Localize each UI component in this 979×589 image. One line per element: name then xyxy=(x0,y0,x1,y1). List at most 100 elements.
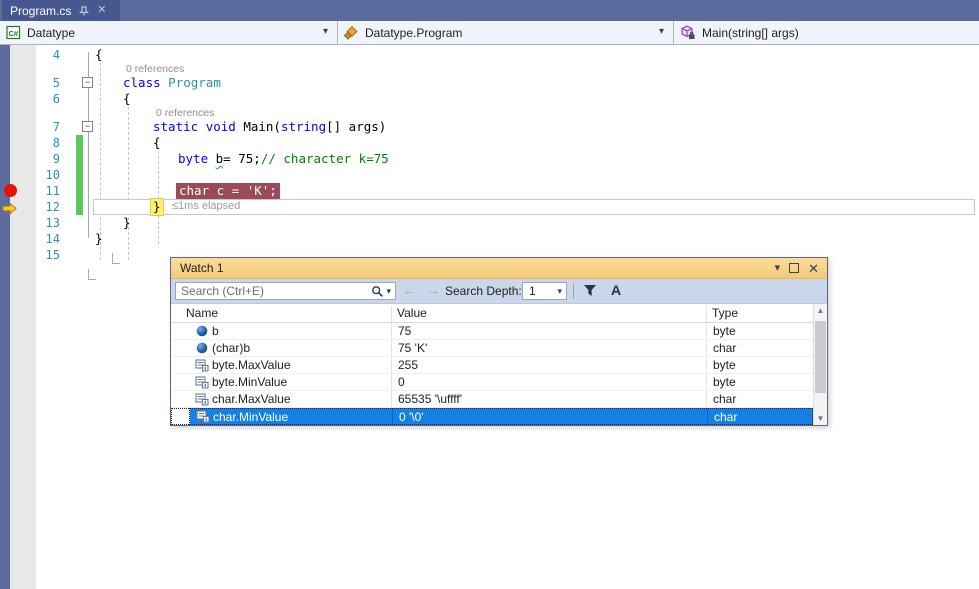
code-token: { xyxy=(123,91,131,106)
watch-scrollbar[interactable]: ▲ ▼ xyxy=(813,304,827,425)
cell-name[interactable]: byte.MinValue xyxy=(189,374,391,390)
tab-program-cs[interactable]: Program.cs ✕ xyxy=(2,0,120,21)
search-icon[interactable] xyxy=(371,285,384,298)
maximize-icon[interactable] xyxy=(789,263,799,273)
watch-row[interactable]: byte.MinValue 0 byte xyxy=(171,374,813,391)
cell-type[interactable]: byte xyxy=(706,374,813,390)
code-line-13[interactable]: 13} xyxy=(0,215,979,231)
code-line-4[interactable]: 4{ xyxy=(0,47,979,63)
watch-value: 65535 '\uffff' xyxy=(398,392,462,406)
type-dropdown[interactable]: Datatype.Program ▾ xyxy=(337,21,673,44)
watch-name: byte.MaxValue xyxy=(212,358,291,372)
watch-row[interactable]: char.MinValue 0 '\0' char xyxy=(171,408,813,425)
back-icon[interactable]: ← xyxy=(402,282,416,298)
cell-type[interactable]: byte xyxy=(706,323,813,339)
watch-name: byte.MinValue xyxy=(212,375,287,389)
scroll-up-icon[interactable]: ▲ xyxy=(814,306,827,315)
code-line-6[interactable]: 6{ xyxy=(0,91,979,107)
code-text: class Program xyxy=(123,75,221,91)
code-token: { xyxy=(95,47,103,62)
watch-value: 255 xyxy=(398,358,418,372)
cell-name[interactable]: byte.MaxValue xyxy=(189,357,391,373)
code-text: byte b= 75;// character k=75 xyxy=(178,151,389,167)
code-token: [] args) xyxy=(326,119,386,134)
watch-grid-header[interactable]: Name Value Type xyxy=(171,304,813,323)
line-number: 4 xyxy=(36,47,60,63)
watch-row[interactable]: char.MaxValue 65535 '\uffff' char xyxy=(171,391,813,408)
codelens-references-link[interactable]: 0 references xyxy=(156,107,214,119)
cell-value[interactable]: 65535 '\uffff' xyxy=(391,391,706,407)
watch-title-bar[interactable]: Watch 1 ▾ ✕ xyxy=(171,258,827,279)
cell-value[interactable]: 75 'K' xyxy=(391,340,706,356)
column-header-name[interactable]: Name xyxy=(186,306,218,320)
watch-type: char xyxy=(714,410,737,424)
code-line-14[interactable]: 14} xyxy=(0,231,979,247)
search-depth-label: Search Depth: xyxy=(445,284,522,298)
filter-icon[interactable] xyxy=(583,284,598,300)
watch-window: Watch 1 ▾ ✕ Search (Ctrl+E) ▾ ← → Search… xyxy=(170,257,828,426)
code-text: } xyxy=(95,231,103,247)
close-tab-icon[interactable]: ✕ xyxy=(96,5,107,16)
code-text: static void Main(string[] args) xyxy=(153,119,386,135)
line-number: 8 xyxy=(36,135,60,151)
cell-value[interactable]: 0 xyxy=(391,374,706,390)
cell-type[interactable]: char xyxy=(706,340,813,356)
cell-name[interactable]: b xyxy=(189,323,391,339)
constant-icon xyxy=(195,359,209,372)
field-icon xyxy=(195,342,209,354)
watch-name: char.MinValue xyxy=(213,410,288,424)
project-dropdown[interactable]: C# Datatype ▾ xyxy=(0,21,337,44)
format-specifier-icon[interactable]: A xyxy=(611,282,621,298)
code-text: { xyxy=(153,135,161,151)
pin-icon[interactable] xyxy=(78,5,89,16)
row-gutter xyxy=(171,323,189,339)
cell-type[interactable]: byte xyxy=(706,357,813,373)
window-position-icon[interactable]: ▾ xyxy=(775,263,781,274)
code-token: string xyxy=(281,119,326,134)
tab-label: Program.cs xyxy=(10,4,71,18)
code-line-11[interactable]: 11char c = 'K'; xyxy=(0,183,979,199)
change-bar xyxy=(76,199,83,215)
cell-value[interactable]: 75 xyxy=(391,323,706,339)
code-text: char c = 'K'; xyxy=(176,183,280,199)
watch-value: 75 xyxy=(398,324,411,338)
watch-row[interactable]: (char)b75 'K'char xyxy=(171,340,813,357)
search-depth-select[interactable]: 1 ▾ xyxy=(522,282,567,300)
code-line-12[interactable]: 12}≤1ms elapsed xyxy=(0,199,979,215)
code-token: } xyxy=(95,231,103,246)
fold-toggle[interactable]: − xyxy=(82,77,93,88)
cell-value[interactable]: 0 '\0' xyxy=(392,408,707,425)
close-icon[interactable]: ✕ xyxy=(808,263,819,274)
row-gutter xyxy=(171,408,190,425)
code-line-9[interactable]: 9byte b= 75;// character k=75 xyxy=(0,151,979,167)
watch-row[interactable]: byte.MaxValue 255 byte xyxy=(171,357,813,374)
forward-icon[interactable]: → xyxy=(426,282,440,298)
scrollbar-thumb[interactable] xyxy=(815,321,826,393)
watch-title: Watch 1 xyxy=(180,261,224,275)
cell-name[interactable]: char.MinValue xyxy=(190,408,392,425)
watch-value: 0 '\0' xyxy=(399,410,424,424)
column-header-type[interactable]: Type xyxy=(712,306,738,320)
breakpoint-icon[interactable] xyxy=(4,184,17,197)
member-dropdown[interactable]: Main(string[] args) xyxy=(673,21,979,44)
fold-toggle[interactable]: − xyxy=(82,121,93,132)
code-line-10[interactable]: 10 xyxy=(0,167,979,183)
codelens-row: 0 references xyxy=(0,63,979,75)
codelens-references-link[interactable]: 0 references xyxy=(126,63,184,75)
code-line-5[interactable]: 5−class Program xyxy=(0,75,979,91)
cell-name[interactable]: char.MaxValue xyxy=(189,391,391,407)
cell-name[interactable]: (char)b xyxy=(189,340,391,356)
scroll-down-icon[interactable]: ▼ xyxy=(814,414,827,423)
column-header-value[interactable]: Value xyxy=(397,306,427,320)
code-line-7[interactable]: 7−static void Main(string[] args) xyxy=(0,119,979,135)
cell-type[interactable]: char xyxy=(707,408,813,425)
code-text: { xyxy=(123,91,131,107)
watch-value: 0 xyxy=(398,375,405,389)
code-token xyxy=(208,151,216,166)
watch-row[interactable]: b 75 byte xyxy=(171,323,813,340)
cell-value[interactable]: 255 xyxy=(391,357,706,373)
code-line-8[interactable]: 8{ xyxy=(0,135,979,151)
search-input[interactable]: Search (Ctrl+E) ▾ xyxy=(175,282,396,300)
search-options-icon[interactable]: ▾ xyxy=(386,286,391,297)
cell-type[interactable]: char xyxy=(706,391,813,407)
